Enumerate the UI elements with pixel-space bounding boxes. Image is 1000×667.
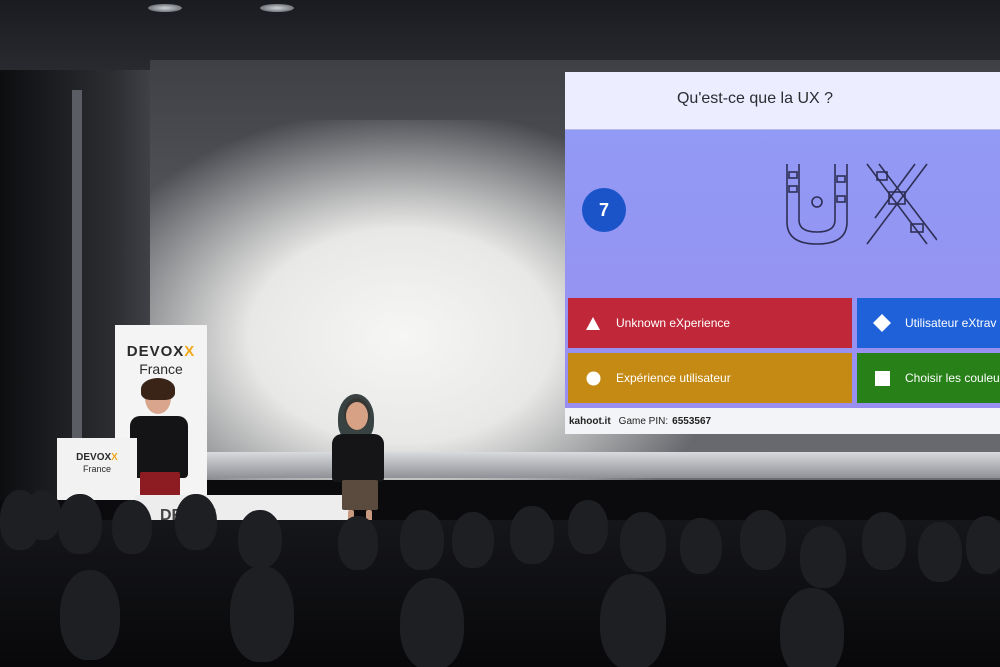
projected-slide: Qu'est-ce que la UX ? 7 Unknown eXperien… bbox=[565, 72, 1000, 434]
audience-head bbox=[966, 516, 1000, 574]
kahoot-brand: kahoot.it bbox=[569, 415, 611, 427]
banner-subtitle: France bbox=[139, 361, 183, 377]
ceiling-light bbox=[260, 4, 294, 12]
audience-head bbox=[680, 518, 722, 574]
audience-head bbox=[25, 490, 61, 540]
game-pin-value: 6553567 bbox=[672, 415, 712, 427]
ceiling-light bbox=[148, 4, 182, 12]
speaker-hair bbox=[141, 378, 175, 400]
banner-logo: DEVOXX bbox=[126, 343, 196, 360]
answer-label: Expérience utilisateur bbox=[616, 371, 731, 385]
audience-head bbox=[175, 494, 217, 550]
audience-head bbox=[238, 510, 282, 568]
speaker-shirt bbox=[130, 416, 188, 478]
answer-blue[interactable]: Utilisateur eXtrav bbox=[857, 298, 1000, 348]
answer-red[interactable]: Unknown eXperience bbox=[568, 298, 852, 348]
answer-label: Choisir les couleu bbox=[905, 371, 1000, 385]
audience-head bbox=[510, 506, 554, 564]
audience-head bbox=[112, 500, 152, 554]
audience-head bbox=[60, 570, 120, 660]
audience-head bbox=[400, 510, 444, 570]
conference-scene: Qu'est-ce que la UX ? 7 Unknown eXperien… bbox=[0, 0, 1000, 667]
ux-illustration bbox=[786, 163, 937, 245]
wall-pillar bbox=[72, 90, 82, 470]
answer-green[interactable]: Choisir les couleu bbox=[857, 353, 1000, 403]
game-pin-label: Game PIN: bbox=[618, 415, 669, 427]
audience-head bbox=[400, 578, 464, 667]
lectern-logo: DEVOXX bbox=[76, 452, 118, 463]
slide-header: Qu'est-ce que la UX ? bbox=[565, 72, 1000, 130]
answer-label: Unknown eXperience bbox=[616, 316, 731, 330]
audience-head bbox=[568, 500, 608, 554]
audience-head bbox=[230, 566, 294, 662]
audience-head bbox=[620, 512, 666, 572]
audience-head bbox=[338, 516, 378, 570]
timer-badge: 7 bbox=[582, 188, 626, 232]
diamond-icon bbox=[869, 314, 895, 332]
audience-head bbox=[780, 588, 844, 667]
triangle-icon bbox=[580, 316, 606, 330]
square-icon bbox=[869, 370, 895, 386]
speaker-face bbox=[346, 402, 368, 430]
circle-icon bbox=[580, 371, 606, 386]
audience-head bbox=[452, 512, 494, 568]
answer-label: Utilisateur eXtrav bbox=[905, 316, 997, 330]
audience bbox=[0, 470, 1000, 667]
slide-footer: kahoot.it Game PIN: 6553567 bbox=[565, 408, 1000, 434]
audience-head bbox=[918, 522, 962, 582]
audience-head bbox=[862, 512, 906, 570]
audience-head bbox=[600, 574, 666, 667]
audience-head bbox=[800, 526, 846, 588]
slide-title: Qu'est-ce que la UX ? bbox=[676, 90, 834, 107]
answer-yellow[interactable]: Expérience utilisateur bbox=[568, 353, 852, 403]
audience-head bbox=[58, 494, 102, 554]
audience-head bbox=[740, 510, 786, 570]
